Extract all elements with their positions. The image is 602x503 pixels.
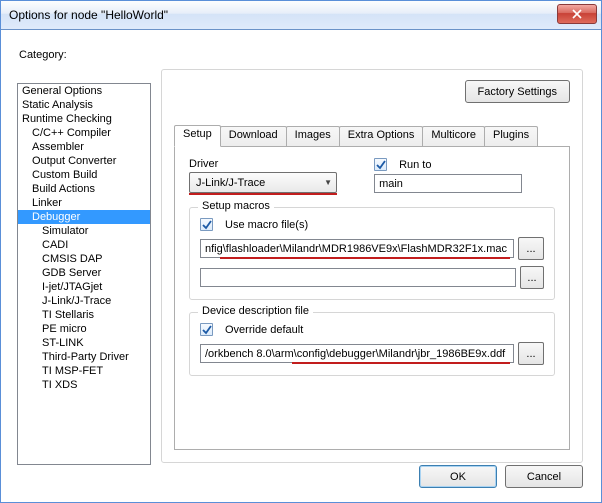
category-item[interactable]: Assembler	[18, 140, 150, 154]
category-item[interactable]: GDB Server	[18, 266, 150, 280]
category-label: Category:	[19, 49, 585, 61]
tab-multicore[interactable]: Multicore	[422, 126, 485, 146]
category-item[interactable]: General Options	[18, 84, 150, 98]
macro-file1-row: ...	[200, 237, 544, 260]
category-item[interactable]: TI MSP-FET	[18, 364, 150, 378]
close-icon	[572, 9, 582, 19]
category-item[interactable]: Simulator	[18, 224, 150, 238]
ddf-file-row: ...	[200, 342, 544, 365]
category-item[interactable]: J-Link/J-Trace	[18, 294, 150, 308]
macro-file2-browse-button[interactable]: ...	[520, 266, 544, 289]
cancel-button[interactable]: Cancel	[505, 465, 583, 488]
tab-setup[interactable]: Setup	[174, 125, 221, 147]
macro-file1-browse-button[interactable]: ...	[518, 237, 544, 260]
runto-block: Run to	[374, 158, 522, 193]
use-macro-label: Use macro file(s)	[225, 219, 308, 231]
window-title: Options for node "HelloWorld"	[9, 8, 168, 22]
ddf-legend: Device description file	[198, 305, 313, 317]
category-item[interactable]: TI XDS	[18, 378, 150, 392]
category-item[interactable]: I-jet/JTAGjet	[18, 280, 150, 294]
category-item[interactable]: Build Actions	[18, 182, 150, 196]
use-macro-row: Use macro file(s)	[200, 218, 544, 231]
setup-macros-legend: Setup macros	[198, 200, 274, 212]
category-item[interactable]: Static Analysis	[18, 98, 150, 112]
runto-checkbox[interactable]	[374, 158, 387, 171]
tab-plugins[interactable]: Plugins	[484, 126, 538, 146]
dialog-footer: OK Cancel	[419, 465, 583, 488]
ddf-group: Device description file Override default…	[189, 312, 555, 376]
category-item[interactable]: Output Converter	[18, 154, 150, 168]
driver-value: J-Link/J-Trace	[196, 177, 265, 189]
chevron-down-icon: ▼	[324, 178, 332, 187]
runto-input[interactable]	[374, 174, 522, 193]
runto-row: Run to	[374, 158, 522, 171]
use-macro-checkbox[interactable]	[200, 218, 213, 231]
driver-label: Driver	[189, 158, 337, 170]
macro-file1-input[interactable]	[200, 239, 514, 258]
driver-select[interactable]: J-Link/J-Trace ▼	[189, 172, 337, 193]
driver-block: Driver J-Link/J-Trace ▼	[189, 158, 337, 195]
highlight-underline	[189, 193, 337, 195]
category-list[interactable]: General OptionsStatic AnalysisRuntime Ch…	[17, 83, 151, 465]
titlebar: Options for node "HelloWorld"	[1, 1, 601, 30]
category-item[interactable]: Runtime Checking	[18, 112, 150, 126]
check-icon	[202, 325, 212, 335]
override-label: Override default	[225, 324, 303, 336]
factory-settings-button[interactable]: Factory Settings	[465, 80, 570, 103]
highlight-underline	[292, 362, 510, 364]
check-icon	[376, 160, 386, 170]
runto-label: Run to	[399, 159, 431, 171]
macro-file2-row: ...	[200, 266, 544, 289]
ok-button[interactable]: OK	[419, 465, 497, 488]
category-item[interactable]: Third-Party Driver	[18, 350, 150, 364]
override-row: Override default	[200, 323, 544, 336]
category-item[interactable]: CMSIS DAP	[18, 252, 150, 266]
dialog-window: Options for node "HelloWorld" Category: …	[0, 0, 602, 503]
options-panel: Factory Settings SetupDownloadImagesExtr…	[161, 69, 583, 463]
category-item[interactable]: C/C++ Compiler	[18, 126, 150, 140]
category-item[interactable]: PE micro	[18, 322, 150, 336]
tab-setup-panel: Driver J-Link/J-Trace ▼ Run to	[174, 146, 570, 450]
category-item[interactable]: Debugger	[18, 210, 150, 224]
category-item[interactable]: ST-LINK	[18, 336, 150, 350]
override-checkbox[interactable]	[200, 323, 213, 336]
macro-file2-input[interactable]	[200, 268, 516, 287]
tab-download[interactable]: Download	[220, 126, 287, 146]
tab-images[interactable]: Images	[286, 126, 340, 146]
dialog-body: Category: General OptionsStatic Analysis…	[1, 29, 601, 502]
close-button[interactable]	[557, 4, 597, 24]
ddf-browse-button[interactable]: ...	[518, 342, 544, 365]
category-item[interactable]: CADI	[18, 238, 150, 252]
category-item[interactable]: TI Stellaris	[18, 308, 150, 322]
setup-macros-group: Setup macros Use macro file(s) ...	[189, 207, 555, 300]
ddf-file-input[interactable]	[200, 344, 514, 363]
check-icon	[202, 220, 212, 230]
category-item[interactable]: Custom Build	[18, 168, 150, 182]
category-item[interactable]: Linker	[18, 196, 150, 210]
tab-strip: SetupDownloadImagesExtra OptionsMulticor…	[174, 126, 570, 147]
tab-extra-options[interactable]: Extra Options	[339, 126, 424, 146]
highlight-underline	[220, 257, 510, 259]
